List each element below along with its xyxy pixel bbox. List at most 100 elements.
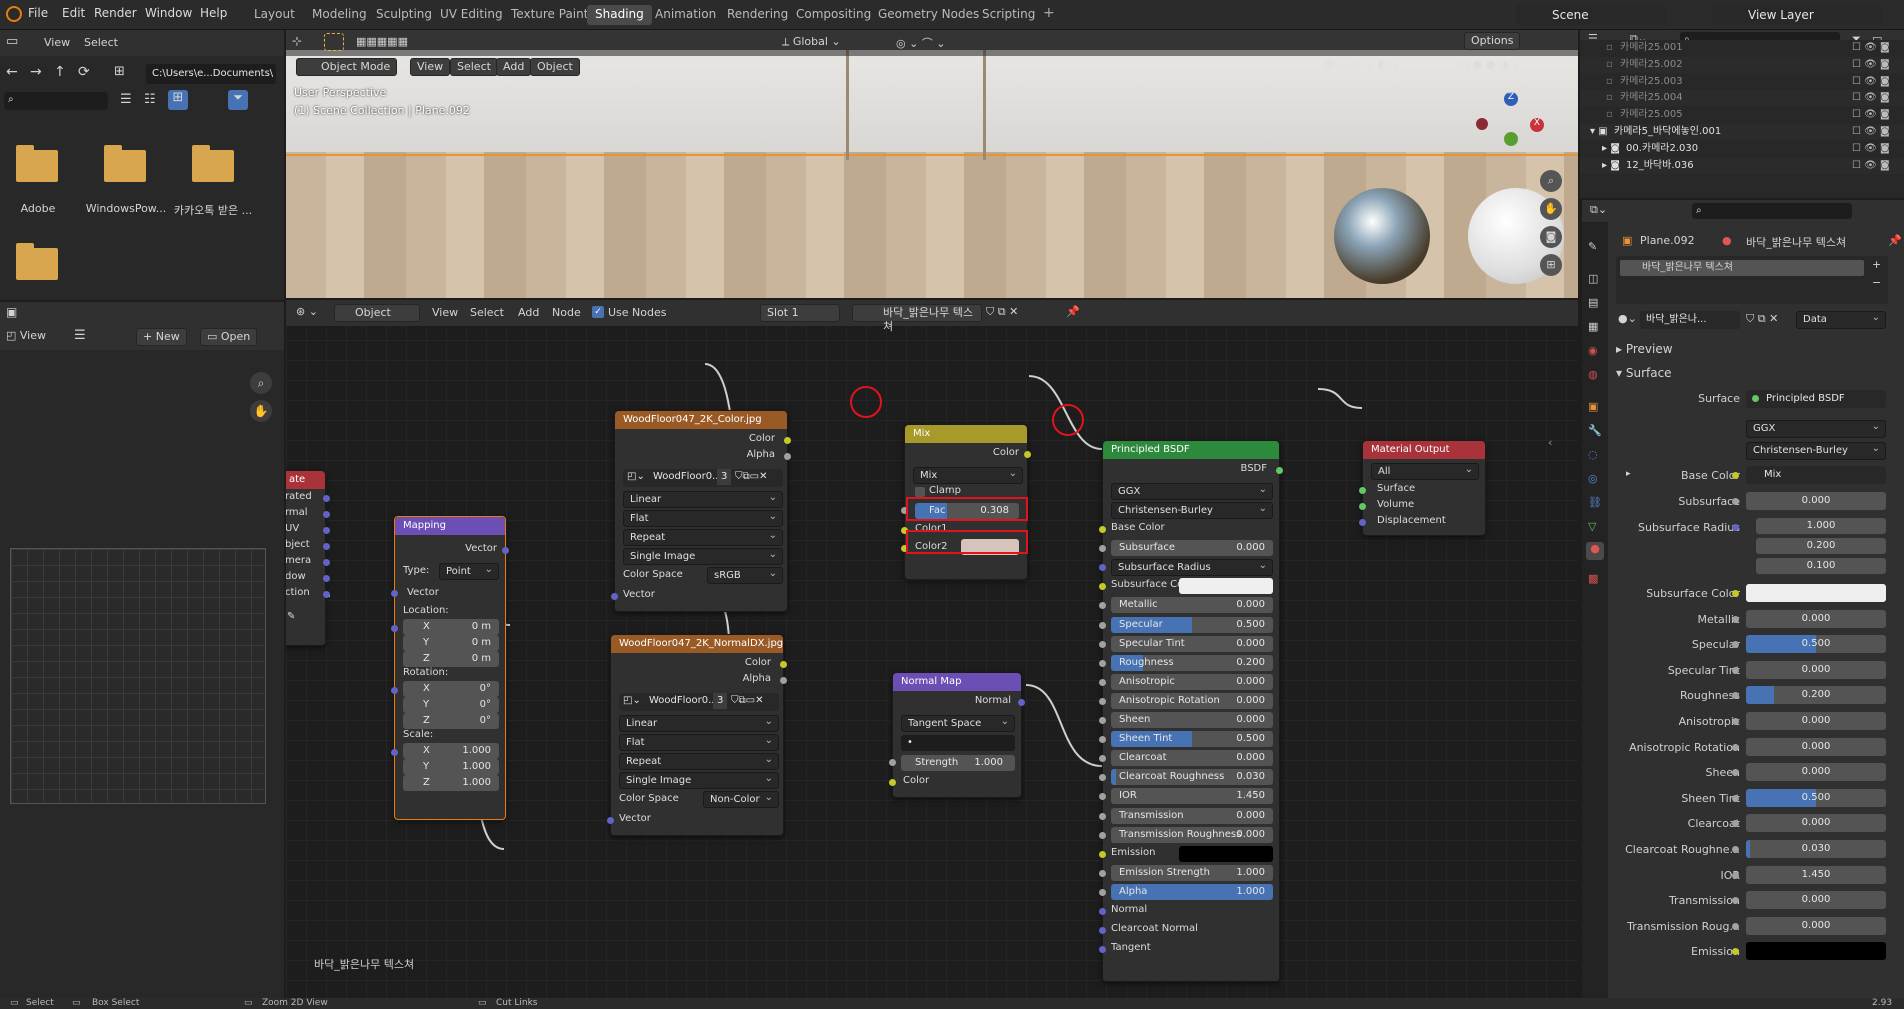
subsurface-method-select[interactable]: Christensen-Burley (1746, 441, 1886, 460)
menu-help[interactable]: Help (200, 6, 227, 20)
texture-tab-icon[interactable]: ▩ (1588, 572, 1598, 585)
image-texture-color-node[interactable]: WoodFloor047_2K_Color.jpg Color Alpha ◰⌄… (611, 410, 791, 612)
distribution-select[interactable]: GGX (1746, 419, 1886, 438)
tab-modeling[interactable]: Modeling (304, 5, 375, 25)
socket[interactable] (1099, 526, 1106, 533)
normal-map-node[interactable]: Normal Map Normal Tangent Space • Streng… (889, 672, 1025, 798)
bsdf-value-field[interactable]: Roughness 0.200 (1111, 654, 1273, 671)
remove-slot-icon[interactable]: − (1872, 276, 1881, 289)
socket[interactable] (1099, 755, 1106, 763)
extension-select[interactable]: Repeat (619, 752, 779, 770)
gizmo-z-icon[interactable]: Z (1504, 92, 1518, 106)
radius-field[interactable]: 0.100 (1756, 557, 1886, 574)
socket[interactable] (323, 543, 330, 550)
property-value-field[interactable]: 0.200 (1746, 686, 1886, 705)
socket[interactable] (784, 453, 791, 460)
menu-icon[interactable]: ☰ (74, 328, 86, 343)
scene-selector[interactable]: Scene (1516, 5, 1666, 25)
select-mode-icons[interactable]: ▦▦▦▦▦ (356, 35, 408, 48)
material-browse-icon[interactable]: ●⌄ (1618, 312, 1637, 325)
extension-select[interactable]: Repeat (623, 528, 783, 546)
texture-coordinate-node[interactable]: ate rated rmal UV bject mera dow ction ✎ (286, 470, 330, 646)
zoom-icon[interactable]: ⌕ (250, 372, 272, 394)
gizmo-x-icon[interactable]: X (1530, 118, 1544, 132)
scale-x-field[interactable]: X 1.000 (403, 743, 499, 759)
tab-animation[interactable]: Animation (647, 5, 724, 25)
socket[interactable] (1099, 564, 1106, 572)
gizmo-neg-x-icon[interactable] (1476, 118, 1488, 130)
outliner-item[interactable]: ▫ 카메라25.004 ☐ 👁 ◙ (1580, 90, 1904, 107)
socket-icon[interactable] (1732, 666, 1739, 674)
uv-map-field[interactable]: • (901, 735, 1015, 751)
socket[interactable] (889, 759, 896, 766)
tab-scripting[interactable]: Scripting (974, 5, 1043, 25)
bsdf-value-field[interactable]: Clearcoat 0.000 (1111, 750, 1273, 767)
visibility-icons[interactable]: ☐ 👁 ◙ (1852, 107, 1890, 123)
physics-tab-icon[interactable]: ◎ (1588, 472, 1598, 485)
source-select[interactable]: Single Image (619, 771, 779, 789)
visibility-icons[interactable]: ☐ 👁 ◙ (1852, 124, 1890, 140)
socket-icon[interactable] (1732, 871, 1739, 879)
world-tab-icon[interactable]: ◍ (1588, 368, 1598, 381)
bsdf-value-field[interactable]: Specular Tint 0.000 (1111, 635, 1273, 652)
folder-icon[interactable] (192, 145, 234, 182)
socket[interactable] (1099, 621, 1106, 629)
bsdf-value-field[interactable]: IOR 1.450 (1111, 788, 1273, 805)
projection-select[interactable]: Flat (623, 509, 783, 527)
socket[interactable] (1024, 451, 1031, 458)
clamp-checkbox[interactable] (915, 487, 925, 497)
socket[interactable] (1099, 908, 1106, 915)
socket[interactable] (1099, 659, 1106, 667)
display-list-icon[interactable]: ☰ (120, 92, 132, 107)
3d-viewport[interactable]: ⊹ ▦▦▦▦▦ ⟂ Global ⌄ ◎ ⌄ ⌒ ⌄ Object Mode V… (286, 30, 1578, 298)
color-swatch[interactable] (1179, 578, 1273, 595)
gizmo-y-icon[interactable] (1504, 132, 1518, 146)
display-columns-icon[interactable]: ☷ (144, 92, 156, 107)
surface-shader-field[interactable]: Principled BSDF (1746, 390, 1886, 408)
fb-menu-view[interactable]: View (44, 36, 70, 49)
socket-icon[interactable] (1732, 615, 1739, 623)
socket-icon[interactable] (1732, 922, 1739, 930)
bsdf-value-field[interactable]: Alpha 1.000 (1111, 883, 1273, 900)
socket[interactable] (1018, 699, 1025, 706)
material-output-node[interactable]: Material Output All Surface Volume Displ… (1359, 440, 1486, 536)
material-actions-icons[interactable]: ⛉ ⧉ ✕ (1746, 312, 1778, 326)
bsdf-value-field[interactable]: Emission Strength 1.000 (1111, 864, 1273, 881)
property-value-field[interactable]: 0.000 (1746, 660, 1886, 679)
tab-sculpting[interactable]: Sculpting (368, 5, 440, 25)
outliner-item[interactable]: ▫ 카메라25.003 ☐ 👁 ◙ (1580, 73, 1904, 90)
socket[interactable] (1099, 602, 1106, 610)
scale-y-field[interactable]: Y 1.000 (403, 759, 499, 775)
scale-z-field[interactable]: Z 1.000 (403, 775, 499, 791)
outliner-item[interactable]: ▫ 카메라25.005 ☐ 👁 ◙ (1580, 107, 1904, 124)
filter-icon[interactable]: ⏷ (228, 90, 248, 110)
node-editor[interactable]: ⊛ ⌄ Object View Select Add Node ✓ Use No… (286, 300, 1578, 1000)
strength-field[interactable]: Strength 1.000 (901, 755, 1015, 771)
socket[interactable] (889, 779, 896, 786)
principled-bsdf-node[interactable]: Principled BSDF BSDF GGX Christensen-Bur… (1099, 440, 1283, 982)
color-swatch[interactable] (1179, 845, 1273, 862)
outliner-item[interactable]: ▸ ◙ 12_바닥바.036 ☐ 👁 ◙ (1580, 157, 1904, 174)
folder-icon[interactable] (104, 145, 146, 182)
editor-type-icon[interactable]: ▣ (6, 305, 17, 319)
property-value-field[interactable]: 0.000 (1746, 609, 1886, 628)
menu-render[interactable]: Render (94, 6, 137, 20)
bsdf-value-field[interactable]: Sheen 0.000 (1111, 712, 1273, 728)
radius-field[interactable]: 0.200 (1756, 537, 1886, 554)
target-select[interactable]: All (1371, 462, 1479, 480)
socket-icon[interactable] (1732, 498, 1739, 505)
property-value-field[interactable]: 1.450 (1746, 865, 1886, 884)
mode-selector[interactable]: Object Mode (296, 58, 398, 76)
color-space-select[interactable]: sRGB (707, 566, 783, 584)
preview-panel-header[interactable]: ▸ Preview (1616, 342, 1673, 356)
property-value-field[interactable]: 0.000 (1746, 763, 1886, 782)
image-canvas[interactable] (10, 548, 266, 804)
mapping-type-select[interactable]: Point (439, 562, 499, 580)
folder-icon[interactable] (16, 145, 58, 182)
viewport-menu-add[interactable]: Add (496, 58, 532, 76)
display-thumbnail-icon[interactable]: ⊞ (168, 90, 188, 110)
visibility-icons[interactable]: ☐ 👁 ◙ (1852, 141, 1890, 157)
base-color-link[interactable]: Mix (1746, 466, 1886, 484)
viewport-menu-object[interactable]: Object (530, 58, 580, 76)
forward-icon[interactable]: → (30, 64, 42, 80)
